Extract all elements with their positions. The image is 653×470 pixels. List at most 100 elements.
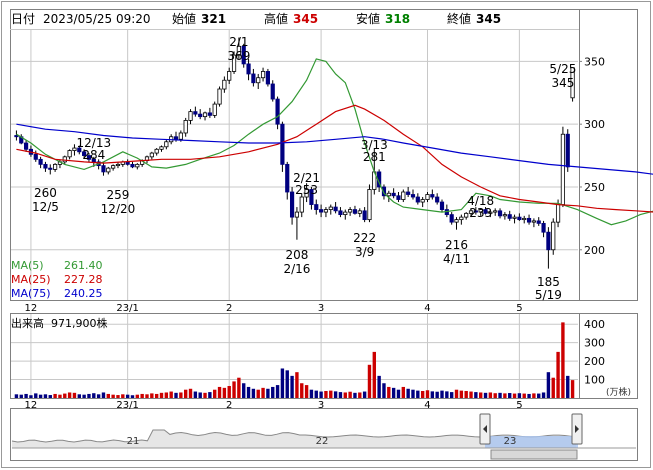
volume-bar: [34, 393, 38, 398]
volume-bar: [348, 391, 352, 398]
candle-up: [555, 204, 561, 223]
xtick-label-volume: 12: [25, 400, 38, 411]
candle-down: [173, 136, 179, 140]
candle-down: [23, 142, 29, 150]
xtick-label-volume: 3: [318, 400, 324, 411]
volume-bar: [198, 392, 202, 398]
close-value: 345: [476, 12, 502, 26]
volume-bar: [290, 375, 294, 398]
volume-bar: [150, 393, 154, 398]
high-label: 高値: [264, 12, 289, 26]
candle-up: [154, 148, 159, 154]
volume-bar: [183, 389, 188, 398]
annotation-label: 222: [353, 231, 376, 245]
volume-bar: [77, 394, 81, 398]
candle-down: [270, 83, 275, 100]
volume-bar: [213, 389, 217, 398]
candle-down: [101, 165, 106, 173]
candle-up: [159, 146, 164, 150]
annotation-label: 259: [107, 188, 130, 202]
volume-bar: [256, 389, 260, 398]
candle-up: [323, 209, 329, 213]
candle-up: [115, 163, 121, 167]
volume-bar: [125, 394, 130, 398]
annotation-label: 185: [537, 275, 560, 289]
candle-up: [551, 221, 556, 251]
xtick-label: 5: [516, 303, 522, 314]
xtick-label-volume: 5: [516, 400, 522, 411]
volume-bar: [314, 390, 318, 398]
volume-bar: [217, 386, 222, 398]
candle-down: [246, 63, 251, 75]
candle-down: [285, 163, 290, 193]
volume-bar: [285, 370, 289, 398]
volume-bar: [154, 393, 159, 398]
candle-up: [454, 219, 459, 223]
annotation-label: 5/25: [549, 62, 576, 76]
candle-up: [367, 189, 372, 221]
volume-bar: [479, 392, 483, 398]
candle-down: [352, 209, 358, 214]
volume-bar: [561, 322, 565, 398]
volume-bar: [396, 389, 401, 398]
candle-up: [493, 210, 498, 213]
volume-bar: [266, 388, 270, 398]
candle-down: [14, 135, 19, 138]
volume-tick-label: 100: [584, 374, 605, 387]
volume-bar: [377, 375, 381, 398]
candle-up: [294, 211, 300, 218]
candle-down: [333, 206, 338, 212]
volume-bar: [459, 390, 464, 398]
ma25-label: MA(25): [11, 273, 51, 286]
navigator-left-handle[interactable]: [479, 413, 491, 445]
volume-bar: [159, 392, 164, 398]
candle-up: [531, 220, 536, 223]
volume-bar: [537, 393, 541, 398]
candle-up: [560, 133, 566, 205]
volume-bar: [106, 393, 110, 398]
navigator-right-handle[interactable]: [571, 413, 583, 445]
annotation-label: 260: [34, 186, 57, 200]
low-label: 安値: [356, 12, 381, 26]
volume-bar: [449, 392, 454, 398]
candle-down: [207, 112, 212, 116]
candle-up: [386, 192, 391, 197]
candle-up: [212, 103, 217, 116]
candle-down: [565, 133, 570, 168]
xtick-label: 3: [318, 303, 324, 314]
close-label: 終値: [447, 12, 472, 26]
candle-down: [265, 71, 270, 85]
chart-frame: 350300250200 121223/123/122334455 26012/…: [1, 1, 653, 468]
candle-down: [338, 210, 343, 216]
volume-bar: [493, 393, 497, 398]
navigator-year-label: 22: [316, 436, 329, 447]
annotation-label: 2/16: [283, 262, 310, 276]
navigator-selection: [485, 436, 578, 448]
candle-down: [391, 192, 396, 197]
annotation-label: 2/1: [229, 35, 248, 49]
volume-bar: [67, 392, 72, 398]
volume-bar: [382, 383, 386, 398]
navigator-scrollbar[interactable]: [490, 449, 578, 460]
annotation-label: 12/5: [32, 200, 59, 214]
volume-bar: [362, 391, 367, 398]
volume-bar: [101, 392, 106, 398]
volume-bar: [140, 393, 144, 398]
volume-bar: [280, 368, 285, 398]
xtick-label: 12: [25, 303, 38, 314]
candle-down: [541, 222, 546, 233]
volume-tick-label: 400: [584, 318, 605, 331]
annotation-label: 3/9: [355, 245, 374, 259]
volume-bar: [551, 377, 555, 398]
volume-title: 出来高 971,900株: [11, 315, 108, 331]
volume-bar: [193, 391, 198, 398]
annotation-label: 4/11: [443, 252, 470, 266]
candle-up: [522, 217, 527, 221]
volume-bar: [295, 372, 299, 398]
candle-up: [464, 212, 469, 218]
annotation-label: 284: [82, 148, 105, 162]
candle-down: [280, 123, 285, 165]
volume-bar: [24, 393, 28, 398]
volume-bar: [188, 388, 193, 398]
volume-bar: [367, 364, 372, 398]
